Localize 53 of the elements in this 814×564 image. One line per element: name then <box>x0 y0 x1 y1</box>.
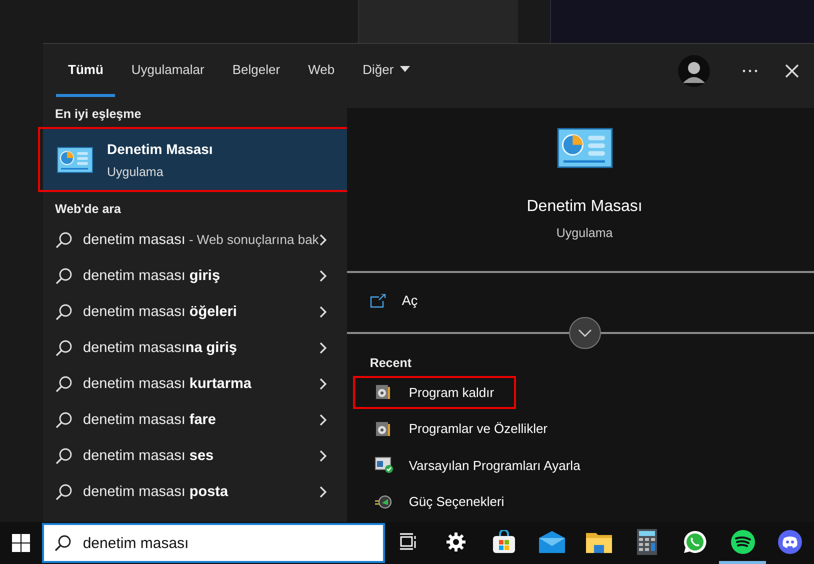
recent-item[interactable]: Programlar ve Özellikler <box>352 412 570 446</box>
web-suggestion[interactable]: denetim masası ses <box>43 438 347 474</box>
chevron-right-icon <box>318 450 327 462</box>
disc-box-icon <box>374 420 393 437</box>
search-icon <box>55 483 73 501</box>
recent-item[interactable]: Güç Seçenekleri <box>352 486 526 518</box>
app-title: Denetim Masası <box>526 198 642 216</box>
avatar[interactable] <box>678 54 710 86</box>
tab[interactable]: Uygulamalar <box>119 44 216 97</box>
section-heading: Web'de ara <box>54 201 122 218</box>
app-title: Denetim Masası <box>107 140 213 156</box>
web-suggestion[interactable]: denetim masası kurtarma <box>43 366 347 402</box>
window-check-icon <box>374 457 393 474</box>
battery-plug-icon <box>374 494 393 510</box>
chevron-right-icon <box>318 486 327 498</box>
search-icon <box>55 375 73 393</box>
tab[interactable]: Web <box>296 44 347 97</box>
chevron-down-icon <box>578 329 592 338</box>
search-icon <box>55 231 73 249</box>
section-heading: En iyi eşleşme <box>54 106 142 123</box>
chevron-right-icon <box>318 234 327 246</box>
control-panel-icon <box>556 128 613 168</box>
chevron-right-icon <box>318 378 327 390</box>
search-icon <box>54 534 72 552</box>
best-match-item[interactable]: Denetim Masası Uygulama <box>43 129 347 190</box>
search-field[interactable]: denetim masası <box>42 523 385 563</box>
web-suggestion[interactable]: denetim masası posta <box>43 474 347 510</box>
chevron-right-icon <box>318 414 327 426</box>
expand-button[interactable] <box>568 317 601 350</box>
chevron-right-icon <box>318 270 327 282</box>
control-panel-icon <box>57 146 93 172</box>
chevron-right-icon <box>318 342 327 354</box>
disc-box-icon <box>374 384 393 400</box>
tab[interactable]: Diğer <box>350 44 422 97</box>
recent-item[interactable]: Program kaldır <box>352 376 516 409</box>
app-type: Uygulama <box>556 226 613 240</box>
search-icon <box>55 411 73 429</box>
chevron-right-icon <box>318 306 327 318</box>
search-icon <box>55 303 73 321</box>
web-suggestion[interactable]: denetim masası öğeleri <box>43 294 347 330</box>
open-window-icon <box>370 294 386 308</box>
web-suggestion[interactable]: denetim masası fare <box>43 402 347 438</box>
search-icon <box>55 339 73 357</box>
recent-item[interactable]: Varsayılan Programları Ayarla <box>352 449 602 482</box>
web-suggestion[interactable]: denetim masasına giriş <box>43 330 347 366</box>
search-icon <box>55 267 73 285</box>
web-suggestion[interactable]: denetim masası giriş <box>43 258 347 294</box>
section-heading: Recent <box>368 355 412 372</box>
search-icon <box>55 447 73 465</box>
app-type: Uygulama <box>107 164 164 178</box>
web-suggestion[interactable]: denetim masası - Web sonuçlarına bak <box>43 222 347 258</box>
tab[interactable]: Belgeler <box>220 44 292 97</box>
open-action[interactable]: Aç <box>346 273 814 328</box>
